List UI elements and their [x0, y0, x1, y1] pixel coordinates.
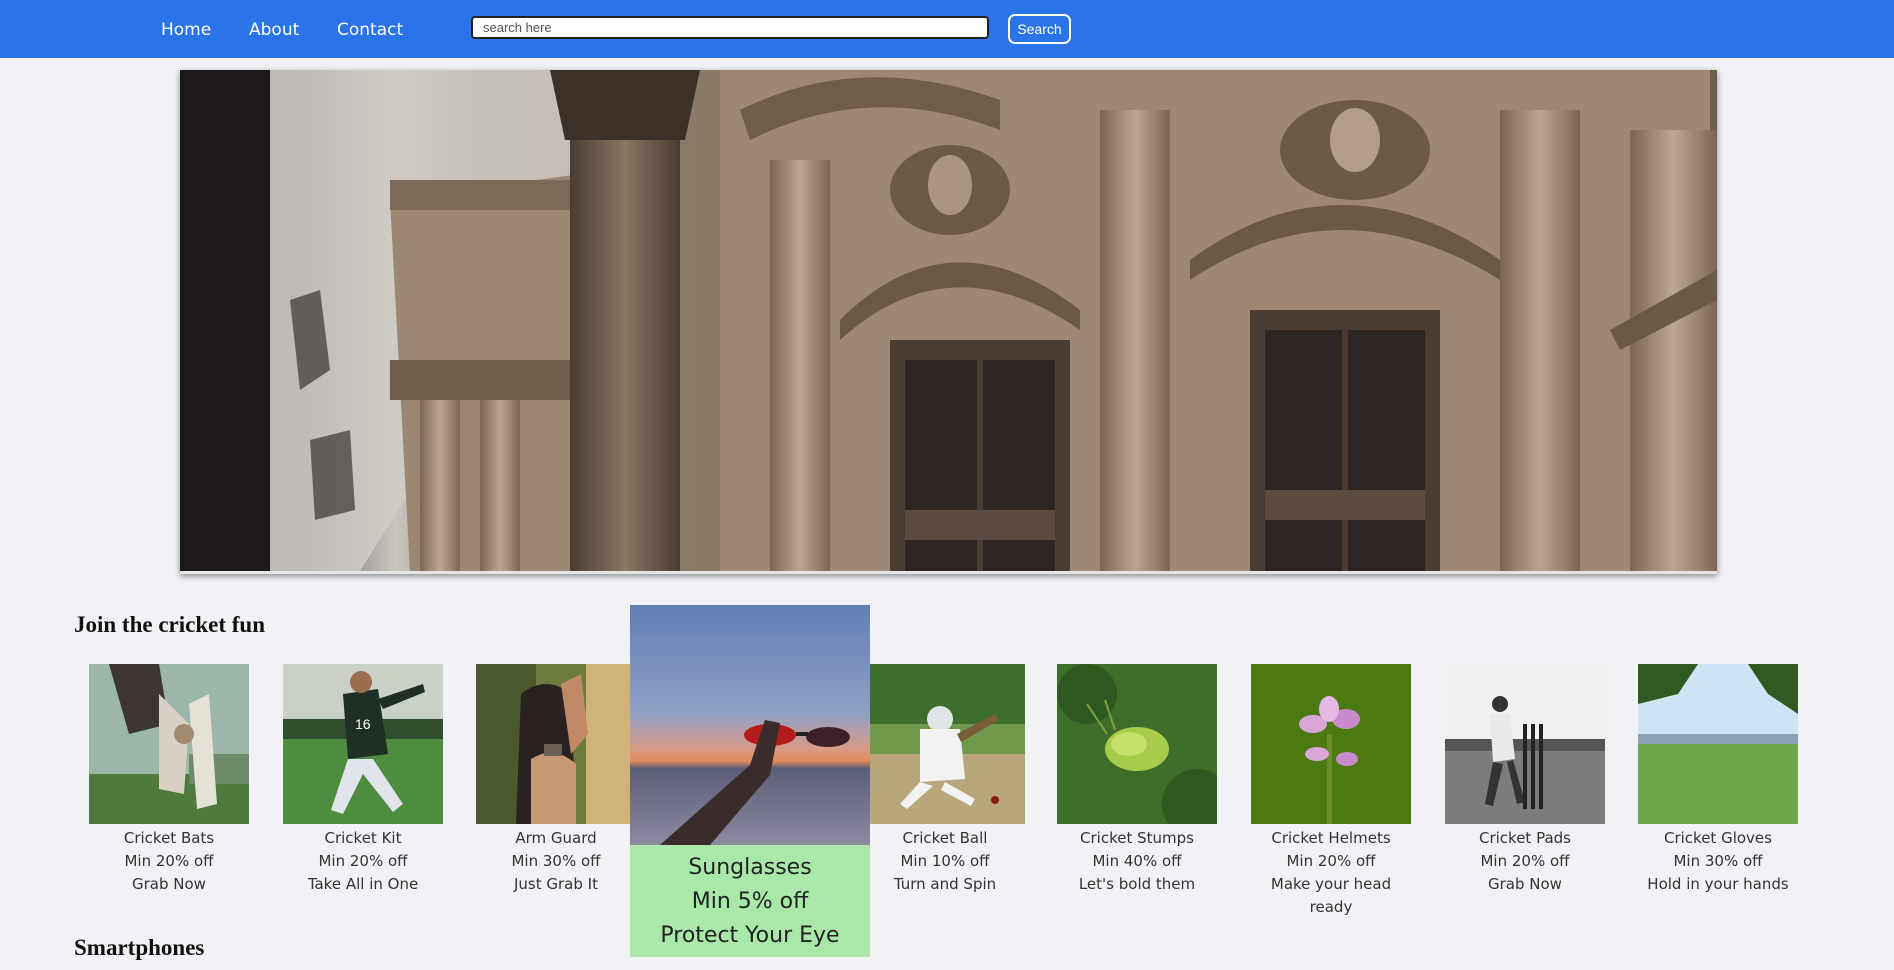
hero-building-image [180, 70, 1717, 571]
product-image [865, 664, 1025, 824]
product-name: Cricket Gloves [1664, 829, 1772, 847]
svg-text:16: 16 [355, 716, 371, 732]
product-card[interactable]: Cricket Bats Min 20% off Grab Now [89, 664, 249, 896]
product-card[interactable]: Arm Guard Min 30% off Just Grab It [476, 664, 636, 896]
highlight-product-name: Sunglasses [688, 855, 812, 880]
product-offer: Min 10% off [900, 852, 990, 870]
product-offer: Min 20% off [124, 852, 214, 870]
product-tagline: Grab Now [1488, 875, 1562, 893]
product-image: 16 [283, 664, 443, 824]
product-name: Cricket Ball [902, 829, 988, 847]
product-tagline: Turn and Spin [893, 875, 997, 893]
product-name: Cricket Helmets [1271, 829, 1391, 847]
product-image [1251, 664, 1411, 824]
product-name: Cricket Kit [324, 829, 402, 847]
top-navbar: Home About Contact Search [0, 0, 1894, 58]
product-tagline: Grab Now [132, 875, 206, 893]
product-image [89, 664, 249, 824]
product-name: Cricket Pads [1479, 829, 1571, 847]
product-offer: Min 30% off [511, 852, 601, 870]
product-offer: Min 40% off [1092, 852, 1182, 870]
product-tagline: Just Grab It [514, 875, 598, 893]
product-offer: Min 20% off [1480, 852, 1570, 870]
product-image [1057, 664, 1217, 824]
product-image [630, 605, 870, 845]
search-button[interactable]: Search [1008, 14, 1071, 44]
product-card[interactable]: Cricket Ball Min 10% off Turn and Spin [865, 664, 1025, 896]
highlighted-product-card[interactable]: Sunglasses Min 5% off Protect Your Eye [630, 605, 870, 957]
product-name: Cricket Bats [123, 829, 215, 847]
highlight-product-tagline: Protect Your Eye [660, 923, 840, 948]
product-offer: Min 30% off [1673, 852, 1763, 870]
product-tagline: Make your head ready [1270, 875, 1392, 916]
product-card[interactable]: 16 Cricket Kit Min 20% off Take All in O… [283, 664, 443, 896]
product-offer: Min 20% off [318, 852, 408, 870]
product-image [1445, 664, 1605, 824]
product-image [1638, 664, 1798, 824]
nav-home-link[interactable]: Home [161, 20, 211, 40]
hero-banner [180, 70, 1717, 574]
product-image [476, 664, 636, 824]
product-tagline: Take All in One [307, 875, 419, 893]
product-name: Cricket Stumps [1080, 829, 1194, 847]
product-name: Arm Guard [515, 829, 597, 847]
nav-about-link[interactable]: About [249, 20, 299, 40]
search-input[interactable] [471, 16, 989, 39]
highlight-product-offer: Min 5% off [691, 889, 809, 914]
nav-contact-link[interactable]: Contact [337, 20, 403, 40]
product-offer: Min 20% off [1286, 852, 1376, 870]
product-card[interactable]: Cricket Helmets Min 20% off Make your he… [1251, 664, 1411, 919]
product-tagline: Hold in your hands [1647, 875, 1789, 893]
product-tagline: Let's bold them [1078, 875, 1196, 893]
section-title-cricket: Join the cricket fun [74, 612, 266, 637]
section-title-smartphones: Smartphones [74, 935, 205, 960]
product-card[interactable]: Cricket Pads Min 20% off Grab Now [1445, 664, 1605, 896]
product-card[interactable]: Cricket Stumps Min 40% off Let's bold th… [1057, 664, 1217, 896]
product-card[interactable]: Cricket Gloves Min 30% off Hold in your … [1638, 664, 1798, 896]
